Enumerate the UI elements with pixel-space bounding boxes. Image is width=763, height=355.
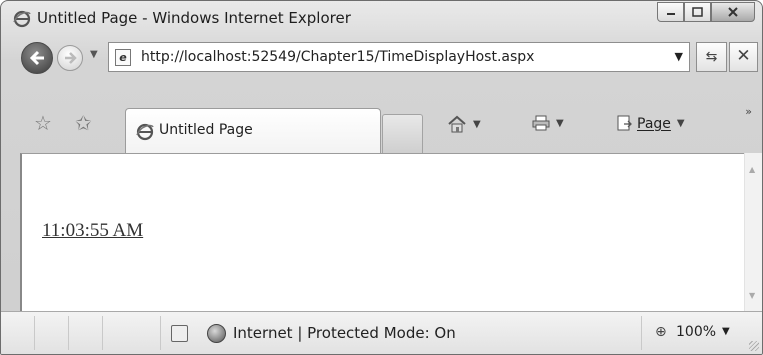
print-dropdown-icon[interactable]: ▼ [556,118,564,129]
close-button[interactable] [711,2,755,22]
security-zone-text[interactable]: Internet | Protected Mode: On [233,324,456,342]
status-segment [1,316,35,350]
tab-untitled-page[interactable]: Untitled Page [125,108,381,153]
browser-window: Untitled Page - Windows Internet Explore… [0,0,763,355]
status-segment [35,316,69,350]
more-commands-chevron[interactable]: » [745,105,752,118]
zoom-dropdown[interactable]: ▼ [722,326,730,337]
home-icon [448,115,466,133]
page-icon [617,115,632,131]
home-dropdown-icon[interactable]: ▼ [473,119,481,130]
caption-buttons [657,2,755,23]
page-menu-label: Page [637,115,671,132]
vertical-scrollbar[interactable]: ▲ ▼ [744,153,762,311]
status-bar: Internet | Protected Mode: On ⊕ 100% ▼ [1,311,762,354]
print-icon [532,115,550,131]
favorites-star-icon[interactable]: ☆ [34,111,52,135]
maximize-icon [692,7,703,17]
ie-logo-icon [13,10,31,28]
zoom-level[interactable]: 100% [676,324,716,340]
tab-label: Untitled Page [159,122,253,138]
home-button[interactable]: ▼ [447,115,481,133]
recent-pages-dropdown[interactable]: ▼ [90,49,98,60]
scroll-up-icon[interactable]: ▲ [749,165,755,174]
scroll-down-icon[interactable]: ▼ [749,291,755,300]
maximize-button[interactable] [684,2,711,22]
window-title: Untitled Page - Windows Internet Explore… [37,9,351,27]
title-bar: Untitled Page - Windows Internet Explore… [1,1,762,33]
address-field[interactable]: e http://localhost:52549/Chapter15/TimeD… [108,42,690,72]
stop-icon: ✕ [736,46,751,66]
back-button[interactable] [21,42,53,74]
new-tab-button[interactable] [382,114,423,153]
status-segment [103,316,161,350]
print-button[interactable]: ▼ [532,115,564,131]
page-icon: e [115,49,131,66]
minimize-button[interactable] [657,2,684,22]
globe-icon [207,324,226,343]
close-icon [728,7,738,17]
time-display-link[interactable]: 11:03:55 AM [42,220,143,242]
security-zone-icon[interactable] [171,325,188,342]
forward-arrow-icon [65,52,77,64]
back-arrow-icon [29,50,44,66]
page-menu-button[interactable]: Page ▼ [616,115,685,132]
resize-grip[interactable] [749,341,759,351]
address-row: ▼ e http://localhost:52549/Chapter15/Tim… [1,39,762,77]
forward-button[interactable] [57,45,83,71]
address-dropdown[interactable]: ▼ [675,50,683,63]
url-text: http://localhost:52549/Chapter15/TimeDis… [141,49,535,65]
refresh-icon: ⇆ [705,49,718,65]
refresh-button[interactable]: ⇆ [696,42,727,72]
ie-logo-icon [136,123,154,141]
minimize-icon [666,13,675,15]
page-dropdown-icon: ▼ [676,118,685,129]
page-content: 11:03:55 AM [20,153,744,311]
status-separator [641,316,642,350]
status-segment [69,316,103,350]
add-favorites-icon[interactable]: ✩ [75,111,92,135]
zoom-icon[interactable]: ⊕ [655,324,667,340]
stop-button[interactable]: ✕ [729,42,758,72]
